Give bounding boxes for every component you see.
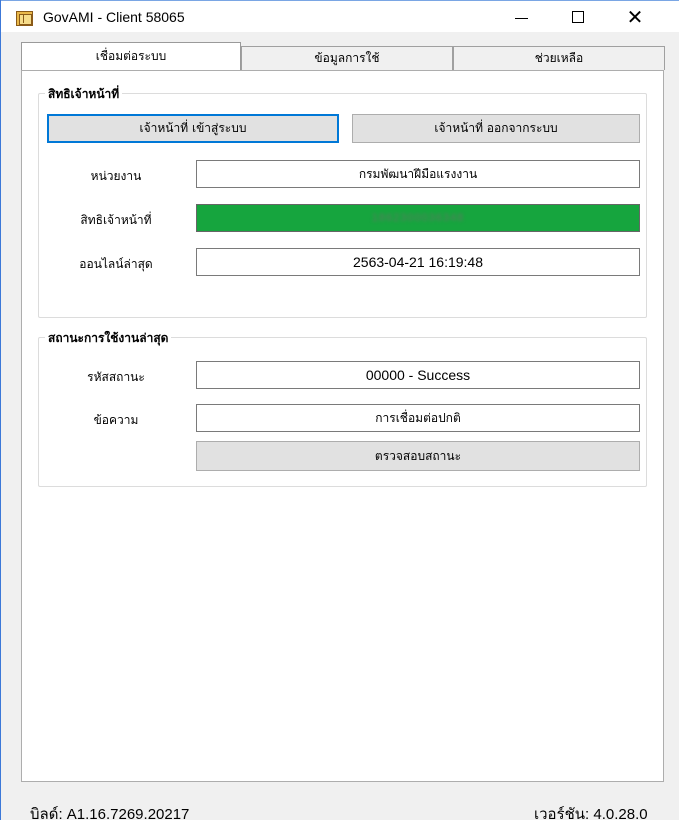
last-online-value: 2563-04-21 16:19:48 [353,254,483,270]
last-online-label: ออนไลน์ล่าสุด [79,257,153,271]
window-title: GovAMI - Client 58065 [43,9,185,25]
maximize-icon [572,10,584,23]
tab-panel-connect: สิทธิเจ้าหน้าที่ เจ้าหน้าที่ เข้าสู่ระบบ… [21,70,664,782]
officer-id-value: 1862300036348 [371,212,465,224]
close-button[interactable]: ✕ [612,1,658,32]
agency-field: กรมพัฒนาฝีมือแรงงาน [196,160,640,188]
status-code-value: 00000 - Success [365,367,471,383]
build-number: บิลด์: A1.16.7269.20217 [30,806,190,820]
tab-usage-info[interactable]: ข้อมูลการใช้ [241,46,453,70]
status-code-field: 00000 - Success [196,361,640,389]
status-code-label: รหัสสถานะ [87,370,145,384]
officer-login-button[interactable]: เจ้าหน้าที่ เข้าสู่ระบบ [47,114,339,143]
close-icon: ✕ [626,4,644,29]
maximize-button[interactable] [555,1,601,32]
check-status-button[interactable]: ตรวจสอบสถานะ [196,441,640,471]
officer-rights-group: สิทธิเจ้าหน้าที่ เจ้าหน้าที่ เข้าสู่ระบบ… [38,85,647,318]
app-icon [16,11,33,26]
version-number: เวอร์ชัน: 4.0.28.0 [534,806,648,820]
officer-id-field: 1862300036348 [196,204,640,232]
minimize-icon [514,18,528,19]
officer-id-label: สิทธิเจ้าหน้าที่ [80,213,152,227]
latest-status-group: สถานะการใช้งานล่าสุด รหัสสถานะ 00000 - S… [38,329,647,487]
message-value: การเชื่อมต่อปกติ [375,410,461,425]
tab-connect[interactable]: เชื่อมต่อระบบ [21,42,241,70]
agency-value: กรมพัฒนาฝีมือแรงงาน [358,166,478,181]
message-label: ข้อความ [93,413,139,427]
latest-status-group-title: สถานะการใช้งานล่าสุด [45,329,172,348]
tab-help[interactable]: ช่วยเหลือ [453,46,665,70]
minimize-button[interactable] [498,1,544,32]
officer-logout-button[interactable]: เจ้าหน้าที่ ออกจากระบบ [352,114,640,143]
officer-rights-group-title: สิทธิเจ้าหน้าที่ [45,85,123,104]
title-bar[interactable]: GovAMI - Client 58065 ✕ [1,1,679,32]
message-field: การเชื่อมต่อปกติ [196,404,640,432]
last-online-field: 2563-04-21 16:19:48 [196,248,640,276]
agency-label: หน่วยงาน [90,169,142,183]
